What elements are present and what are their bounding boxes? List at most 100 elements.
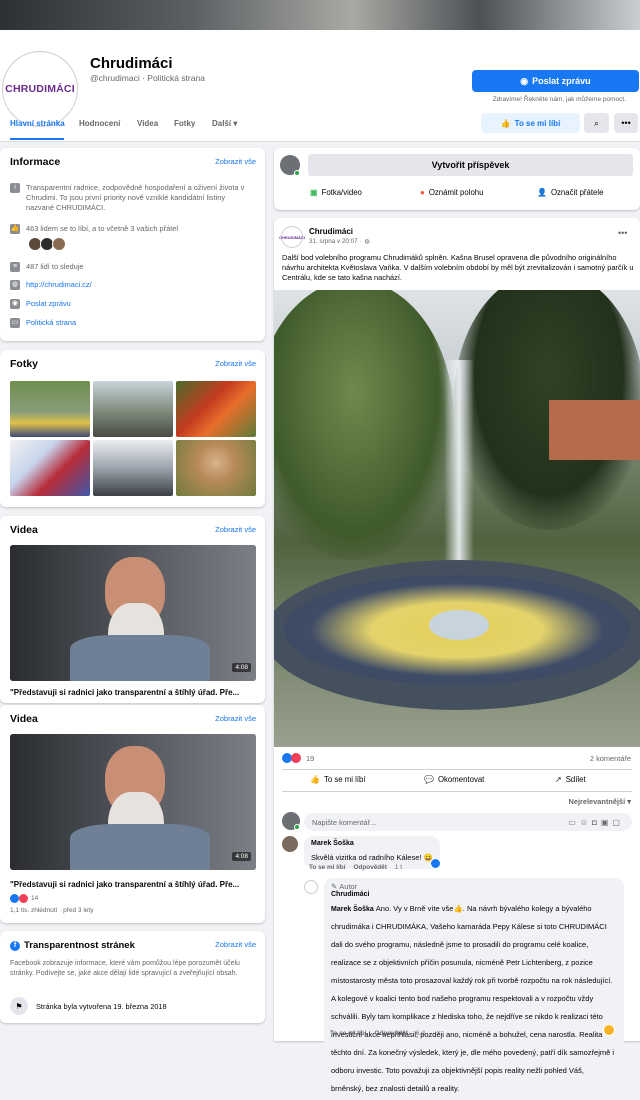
video-thumbnail[interactable] — [10, 734, 256, 870]
video-duration: 4:08 — [232, 663, 251, 672]
photo-thumbnail[interactable] — [176, 381, 256, 437]
transparency-show-all[interactable]: Zobrazit vše — [215, 940, 256, 949]
active-tab-indicator — [10, 138, 64, 140]
photos-card: Fotky Zobrazit vše — [0, 350, 265, 507]
search-icon: ⌕ — [593, 117, 600, 128]
videos-title: Videa — [10, 524, 38, 536]
transparency-title: Transparentnost stránek — [24, 940, 135, 951]
haha-reaction-icon — [603, 1024, 615, 1036]
likes-row: 👍 463 lidem se to líbí, a to včetně 3 vaš… — [10, 224, 179, 234]
comment-sort-dropdown[interactable]: Nejrelevantnější ▾ — [569, 797, 631, 806]
photo-video-button[interactable]: ▣ Fotka/video — [310, 188, 362, 197]
videos-card: Videa Zobrazit vše 4:08 "Představuji si … — [0, 516, 265, 703]
comments-count[interactable]: 2 komentáře — [590, 754, 631, 763]
videos-title: Videa — [10, 713, 38, 725]
reply-author-avatar[interactable] — [304, 880, 318, 894]
location-icon: ● — [420, 188, 425, 197]
chevron-down-icon: ▾ — [233, 119, 238, 128]
post-options-icon[interactable]: ••• — [618, 228, 627, 238]
info-card: Informace Zobrazit vše i Transparentní ra… — [0, 148, 265, 341]
pencil-icon: ✎ — [331, 882, 338, 891]
video-caption[interactable]: "Představuji si radnici jako transparent… — [10, 688, 239, 697]
thumbs-up-icon: 👍 — [310, 775, 320, 784]
like-page-button[interactable]: 👍 To se mi líbí — [481, 113, 580, 133]
thumbs-up-icon: 👍 — [10, 224, 20, 234]
check-in-button[interactable]: ● Oznámit polohu — [420, 188, 483, 197]
post-author-avatar[interactable]: CHRUDIMÁCI — [279, 226, 305, 248]
post-author[interactable]: Chrudimáci — [309, 227, 353, 236]
divider — [282, 769, 632, 770]
transparency-text: Facebook zobrazuje informace, které vám … — [10, 960, 240, 977]
chevron-down-icon: ▾ — [627, 797, 631, 806]
info-icon: i — [10, 183, 20, 193]
info-show-all[interactable]: Zobrazit vše — [215, 157, 256, 166]
video-duration: 4:08 — [232, 852, 251, 861]
info-title: Informace — [10, 156, 61, 168]
video-reactions[interactable]: 14 — [10, 894, 38, 903]
messenger-icon: ◉ — [10, 299, 20, 309]
globe-icon: ◍ — [10, 280, 20, 290]
search-button[interactable]: ⌕ — [584, 113, 609, 133]
more-options-button[interactable]: ••• — [614, 113, 638, 133]
video-caption[interactable]: "Představuji si radnici jako transparent… — [10, 880, 239, 889]
tab-more[interactable]: Další ▾ — [212, 119, 237, 128]
like-post-button[interactable]: 👍 To se mi líbí — [310, 775, 366, 784]
comment-actions: To se mi líbí Odpovědět 1 t — [309, 864, 402, 871]
comment-icon: 💬 — [424, 775, 434, 784]
reply-actions: To se mi líbí Odpovědět 6 d — [330, 1030, 425, 1037]
flag-icon: ⚑ — [10, 997, 28, 1015]
page-title: Chrudimáci — [90, 55, 173, 72]
comment-tools-icons[interactable]: ▭☺◘▣▢ — [568, 818, 624, 827]
videos-show-all[interactable]: Zobrazit vše — [215, 714, 256, 723]
photos-show-all[interactable]: Zobrazit vše — [215, 359, 256, 368]
tab-videos[interactable]: Videa — [137, 119, 158, 128]
post-reactions[interactable]: 19 — [282, 753, 314, 763]
video-meta: 1,1 tis. zhlédnutí · před 3 lety — [10, 907, 94, 914]
photos-title: Fotky — [10, 358, 39, 370]
category-row[interactable]: ▭ Politická strana — [10, 318, 76, 328]
love-reaction-icon — [291, 753, 301, 763]
transparency-card: f Transparentnost stránek Zobrazit vše F… — [0, 931, 265, 1023]
photo-thumbnail[interactable] — [10, 381, 90, 437]
about-row: i Transparentní radnice, zodpovědné hospo… — [10, 183, 250, 213]
reply-bubble: ✎ Autor Chrudimáci Marek Šoška Ano. Vy v … — [324, 878, 624, 1100]
tag-friends-button[interactable]: 👤 Označit přátele — [537, 188, 603, 197]
follows-row: ≡ 487 lidí to sleduje — [10, 262, 84, 272]
comment-input[interactable]: Napište komentář... ▭☺◘▣▢ — [304, 813, 632, 831]
online-indicator — [294, 824, 300, 830]
videos-card-2: Videa Zobrazit vše 4:08 "Představuji si … — [0, 705, 265, 923]
messenger-icon: ◉ — [520, 75, 529, 86]
share-button[interactable]: ↗ Sdílet — [555, 775, 586, 784]
post-photo[interactable] — [274, 290, 640, 747]
divider — [282, 791, 632, 792]
love-reaction-icon — [19, 894, 28, 903]
message-row[interactable]: ◉ Poslat zprávu — [10, 299, 71, 309]
video-thumbnail[interactable] — [10, 545, 256, 681]
photo-thumbnail[interactable] — [93, 381, 173, 437]
page-subtitle: @chrudimaci · Politická strana — [90, 73, 205, 83]
tag-friends-icon: 👤 — [537, 188, 547, 197]
comment-button[interactable]: 💬 Okomentovat — [424, 775, 484, 784]
like-reaction-icon — [10, 894, 19, 903]
photo-thumbnail[interactable] — [10, 440, 90, 496]
thumbs-up-icon: 👍 — [500, 118, 511, 128]
create-post-button[interactable]: Vytvořit příspěvek — [308, 154, 633, 176]
tab-home[interactable]: Hlavní stránka — [10, 119, 65, 128]
friends-avatars — [28, 237, 66, 251]
message-hint: Zdravíme! Řekněte nám, jak můžeme pomoct… — [492, 96, 626, 103]
photo-thumbnail[interactable] — [93, 440, 173, 496]
page-avatar[interactable]: CHRUDIMÁCI — [3, 52, 77, 126]
photo-thumbnail[interactable] — [176, 440, 256, 496]
commenter-avatar[interactable] — [282, 836, 298, 852]
tab-reviews[interactable]: Hodnocení — [79, 119, 120, 128]
cover-photo — [0, 0, 640, 30]
tab-photos[interactable]: Fotky — [174, 119, 195, 128]
post-text: Další bod volebního programu Chrudimáků … — [282, 253, 634, 282]
comment-like-reaction-icon — [430, 858, 441, 869]
send-message-button[interactable]: ◉ Poslat zprávu — [472, 70, 639, 92]
videos-show-all[interactable]: Zobrazit vše — [215, 525, 256, 534]
category-icon: ▭ — [10, 318, 20, 328]
website-row[interactable]: ◍ http://chrudimaci.cz/ — [10, 280, 92, 290]
created-row: ⚑ Stránka byla vytvořena 19. března 2018 — [10, 997, 167, 1015]
post-date[interactable]: 31. srpna v 20:07 · ◍ — [309, 238, 370, 245]
